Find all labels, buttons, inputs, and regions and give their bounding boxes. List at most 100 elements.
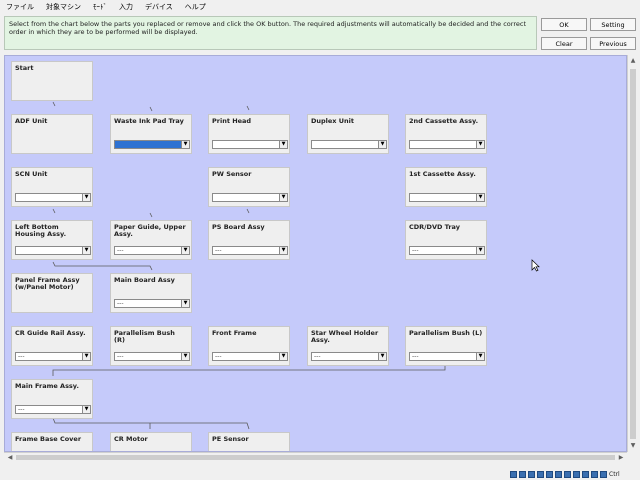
pw-sensor-select[interactable]: ▼ xyxy=(212,193,288,202)
waste-ink-pad-tray-select[interactable]: ▼ xyxy=(114,140,190,149)
usb-icon[interactable] xyxy=(528,470,535,478)
chevron-down-icon[interactable]: ▼ xyxy=(476,353,484,360)
node-label: CR Guide Rail Assy. xyxy=(15,329,86,337)
folder-icon[interactable] xyxy=(546,470,553,478)
node-label: Waste Ink Pad Tray xyxy=(114,117,184,125)
node-scn-unit[interactable]: SCN Unit ▼ xyxy=(11,167,93,207)
cpu-icon[interactable] xyxy=(582,470,589,478)
menu-file[interactable]: ファイル xyxy=(6,2,34,12)
cr-guide-rail-assy-select[interactable]: --- ▼ xyxy=(15,352,91,361)
node-adf-unit[interactable]: ADF Unit xyxy=(11,114,93,154)
node-paper-guide-upper-assy[interactable]: Paper Guide, Upper Assy. --- ▼ xyxy=(110,220,192,260)
main-board-assy-select[interactable]: --- ▼ xyxy=(114,299,190,308)
node-parallelism-bush-l[interactable]: Parallelism Bush (L) --- ▼ xyxy=(405,326,487,366)
1st-cassette-assy-select[interactable]: ▼ xyxy=(409,193,485,202)
ps-board-assy-select[interactable]: --- ▼ xyxy=(212,246,288,255)
node-1st-cassette-assy[interactable]: 1st Cassette Assy. ▼ xyxy=(405,167,487,207)
node-waste-ink-pad-tray[interactable]: Waste Ink Pad Tray ▼ xyxy=(110,114,192,154)
mouse-icon[interactable] xyxy=(591,470,598,478)
chevron-down-icon[interactable]: ▼ xyxy=(82,194,90,201)
node-print-head[interactable]: Print Head ▼ xyxy=(208,114,290,154)
node-main-frame-assy[interactable]: Main Frame Assy. --- ▼ xyxy=(11,379,93,419)
record-icon[interactable] xyxy=(573,470,580,478)
ok-button[interactable]: OK xyxy=(541,18,587,31)
connector-paper-guide xyxy=(149,212,153,218)
keyboard-icon[interactable] xyxy=(600,470,607,478)
scn-unit-select[interactable]: ▼ xyxy=(15,193,91,202)
chevron-down-icon[interactable]: ▼ xyxy=(378,141,386,148)
disk-icon[interactable] xyxy=(510,470,517,478)
node-left-bottom-housing-assy[interactable]: Left Bottom Housing Assy. ▼ xyxy=(11,220,93,260)
scrollbar-thumb[interactable] xyxy=(16,455,615,460)
node-frame-base-cover[interactable]: Frame Base Cover xyxy=(11,432,93,451)
node-panel-frame-assy[interactable]: Panel Frame Assy (w/Panel Motor) xyxy=(11,273,93,313)
pencil-icon[interactable] xyxy=(537,470,544,478)
chevron-down-icon[interactable]: ▼ xyxy=(181,353,189,360)
main-frame-assy-select[interactable]: --- ▼ xyxy=(15,405,91,414)
node-label: Paper Guide, Upper Assy. xyxy=(114,223,186,238)
scrollbar-thumb[interactable] xyxy=(630,69,636,439)
chevron-down-icon[interactable]: ▼ xyxy=(476,141,484,148)
connector-print-head xyxy=(246,105,250,111)
parallelism-bush-r-select[interactable]: --- ▼ xyxy=(114,352,190,361)
node-parallelism-bush-r[interactable]: Parallelism Bush (R) --- ▼ xyxy=(110,326,192,366)
node-ps-board-assy[interactable]: PS Board Assy --- ▼ xyxy=(208,220,290,260)
parallelism-bush-l-select[interactable]: --- ▼ xyxy=(409,352,485,361)
node-star-wheel-holder-assy[interactable]: Star Wheel Holder Assy. --- ▼ xyxy=(307,326,389,366)
cdr-dvd-tray-select[interactable]: --- ▼ xyxy=(409,246,485,255)
front-frame-select[interactable]: --- ▼ xyxy=(212,352,288,361)
chevron-down-icon[interactable]: ▼ xyxy=(279,247,287,254)
horizontal-scrollbar[interactable]: ◀ ▶ xyxy=(4,452,627,462)
select-value: --- xyxy=(117,300,124,307)
2nd-cassette-assy-select[interactable]: ▼ xyxy=(409,140,485,149)
chevron-down-icon[interactable]: ▼ xyxy=(82,353,90,360)
menu-mode[interactable]: ﾓｰﾄﾞ xyxy=(93,2,107,12)
node-cr-guide-rail-assy[interactable]: CR Guide Rail Assy. --- ▼ xyxy=(11,326,93,366)
node-label: Frame Base Cover xyxy=(15,435,82,443)
print-head-select[interactable]: ▼ xyxy=(212,140,288,149)
previous-button[interactable]: Previous xyxy=(590,37,636,50)
chevron-down-icon[interactable]: ▼ xyxy=(476,194,484,201)
network-icon[interactable] xyxy=(564,470,571,478)
menu-device[interactable]: デバイス xyxy=(145,2,173,12)
node-cr-motor[interactable]: CR Motor xyxy=(110,432,192,451)
node-pw-sensor[interactable]: PW Sensor ▼ xyxy=(208,167,290,207)
chevron-down-icon[interactable]: ▼ xyxy=(279,194,287,201)
left-bottom-housing-assy-select[interactable]: ▼ xyxy=(15,246,91,255)
scroll-right-icon[interactable]: ▶ xyxy=(616,453,626,462)
select-value: --- xyxy=(412,247,419,254)
node-label: PS Board Assy xyxy=(212,223,265,231)
node-start[interactable]: Start xyxy=(11,61,93,101)
menu-target-machine[interactable]: 対象マシン xyxy=(46,2,81,12)
node-front-frame[interactable]: Front Frame --- ▼ xyxy=(208,326,290,366)
scroll-down-icon[interactable]: ▼ xyxy=(629,441,637,451)
cd-icon[interactable] xyxy=(519,470,526,478)
display-icon[interactable] xyxy=(555,470,562,478)
chevron-down-icon[interactable]: ▼ xyxy=(279,141,287,148)
node-main-board-assy[interactable]: Main Board Assy --- ▼ xyxy=(110,273,192,313)
star-wheel-holder-assy-select[interactable]: --- ▼ xyxy=(311,352,387,361)
chevron-down-icon[interactable]: ▼ xyxy=(82,406,90,413)
setting-button[interactable]: Setting xyxy=(590,18,636,31)
clear-button[interactable]: Clear xyxy=(541,37,587,50)
chevron-down-icon[interactable]: ▼ xyxy=(378,353,386,360)
node-2nd-cassette-assy[interactable]: 2nd Cassette Assy. ▼ xyxy=(405,114,487,154)
scroll-up-icon[interactable]: ▲ xyxy=(629,56,637,66)
node-duplex-unit[interactable]: Duplex Unit ▼ xyxy=(307,114,389,154)
duplex-unit-select[interactable]: ▼ xyxy=(311,140,387,149)
node-label: Parallelism Bush (L) xyxy=(409,329,483,337)
parts-chart[interactable]: Start ADF Unit Waste Ink Pad Tray ▼ Prin… xyxy=(4,55,627,452)
chevron-down-icon[interactable]: ▼ xyxy=(181,141,189,148)
vertical-scrollbar[interactable]: ▲ ▼ xyxy=(627,55,637,452)
chevron-down-icon[interactable]: ▼ xyxy=(476,247,484,254)
node-cdr-dvd-tray[interactable]: CDR/DVD Tray --- ▼ xyxy=(405,220,487,260)
scroll-left-icon[interactable]: ◀ xyxy=(5,453,15,462)
chevron-down-icon[interactable]: ▼ xyxy=(181,247,189,254)
node-pe-sensor[interactable]: PE Sensor xyxy=(208,432,290,451)
menu-help[interactable]: ヘルプ xyxy=(185,2,206,12)
chevron-down-icon[interactable]: ▼ xyxy=(181,300,189,307)
chevron-down-icon[interactable]: ▼ xyxy=(82,247,90,254)
chevron-down-icon[interactable]: ▼ xyxy=(279,353,287,360)
paper-guide-upper-assy-select[interactable]: --- ▼ xyxy=(114,246,190,255)
menu-input[interactable]: 入力 xyxy=(119,2,133,12)
